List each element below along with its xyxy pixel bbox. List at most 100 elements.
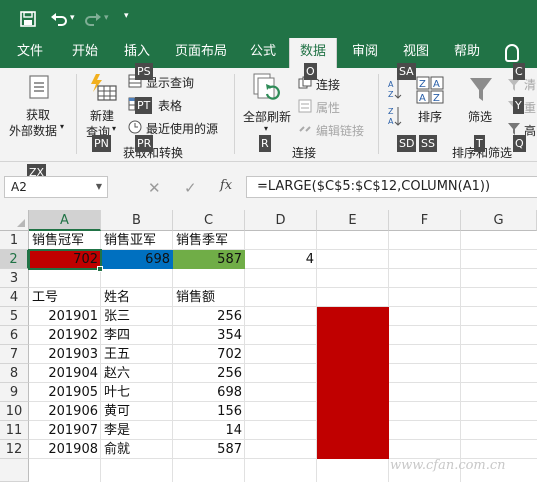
show-queries-label[interactable]: 显示查询	[146, 74, 194, 91]
cell-sales[interactable]: 698	[173, 383, 245, 402]
row-header-10[interactable]: 10	[0, 402, 29, 421]
cell-name[interactable]: 赵六	[101, 364, 173, 383]
cell-b1[interactable]: 销售亚军	[101, 231, 173, 250]
get-external-data-dropdown-icon[interactable]: ▾	[60, 122, 64, 131]
row-header-7[interactable]: 7	[0, 345, 29, 364]
redo-dropdown-icon: ▾	[104, 13, 109, 23]
new-query-label-1[interactable]: 新建	[90, 107, 114, 124]
cell-id[interactable]: 201904	[29, 364, 101, 383]
column-header-e[interactable]: E	[317, 210, 389, 231]
row-header-3[interactable]: 3	[0, 269, 29, 288]
advanced-label[interactable]: 高	[524, 122, 536, 139]
cell-sales[interactable]: 256	[173, 307, 245, 326]
refresh-all-dropdown-icon[interactable]: ▾	[264, 124, 268, 133]
cell-sales[interactable]: 354	[173, 326, 245, 345]
recent-sources-label[interactable]: 最近使用的源	[146, 120, 218, 137]
cell-a4[interactable]: 工号	[29, 288, 101, 307]
cell-id[interactable]: 201908	[29, 440, 101, 459]
tell-me-lightbulb-icon[interactable]	[505, 44, 519, 62]
cell-b2[interactable]: 698	[101, 250, 173, 269]
filter-label[interactable]: 筛选	[468, 108, 492, 125]
cancel-formula-button[interactable]: ✕	[148, 179, 161, 197]
select-all-button[interactable]	[0, 210, 29, 231]
column-header-f[interactable]: F	[389, 210, 461, 231]
cell-d2[interactable]: 4	[245, 250, 317, 269]
svg-text:A: A	[388, 80, 394, 89]
cell-name[interactable]: 叶七	[101, 383, 173, 402]
cell-a1[interactable]: 销售冠军	[29, 231, 101, 250]
column-header-g[interactable]: G	[461, 210, 537, 231]
title-bar: ▾ ▾ ▾	[0, 0, 537, 38]
clear-filter-icon	[508, 79, 520, 91]
get-external-data-label-2[interactable]: 外部数据	[9, 122, 57, 139]
tab-help[interactable]: 帮助	[447, 38, 487, 68]
cell-sales[interactable]: 587	[173, 440, 245, 459]
enter-formula-button[interactable]: ✓	[184, 179, 197, 197]
column-header-c[interactable]: C	[173, 210, 245, 231]
clear-label: 清	[524, 78, 537, 92]
cell-id[interactable]: 201907	[29, 421, 101, 440]
cell-b4[interactable]: 姓名	[101, 288, 173, 307]
cell-id[interactable]: 201905	[29, 383, 101, 402]
row-header-5[interactable]: 5	[0, 307, 29, 326]
tab-home[interactable]: 开始	[65, 38, 105, 68]
row-header-6[interactable]: 6	[0, 326, 29, 345]
save-icon[interactable]	[20, 11, 36, 27]
row-header-11[interactable]: 11	[0, 421, 29, 440]
tab-page-layout[interactable]: 页面布局	[170, 38, 232, 68]
sort-za-icon[interactable]: Z A	[388, 105, 402, 127]
row-header-2[interactable]: 2	[0, 250, 29, 269]
advanced-filter-icon	[508, 123, 520, 135]
cell-name[interactable]: 李四	[101, 326, 173, 345]
row-header-13[interactable]	[0, 459, 29, 482]
undo-dropdown-icon[interactable]: ▾	[70, 13, 75, 23]
refresh-all-label[interactable]: 全部刷新	[243, 108, 291, 125]
connections-label[interactable]: 连接	[316, 76, 340, 93]
cell-name[interactable]: 李是	[101, 421, 173, 440]
cell-sales[interactable]: 156	[173, 402, 245, 421]
sort-label[interactable]: 排序	[418, 108, 442, 125]
sort-az-icon[interactable]: A Z	[388, 78, 402, 100]
tab-formulas[interactable]: 公式	[243, 38, 283, 68]
row-header-12[interactable]: 12	[0, 440, 29, 459]
row-header-4[interactable]: 4	[0, 288, 29, 307]
column-header-a[interactable]: A	[29, 210, 101, 231]
fill-handle[interactable]	[97, 266, 103, 272]
cell-c4[interactable]: 销售额	[173, 288, 245, 307]
new-query-dropdown-icon[interactable]: ▾	[112, 124, 116, 133]
row-header-1[interactable]: 1	[0, 231, 29, 250]
tab-review[interactable]: 审阅	[345, 38, 385, 68]
from-table-label[interactable]: 表格	[158, 97, 182, 114]
range-e5-e12-fill	[317, 307, 389, 459]
formula-input[interactable]: =LARGE($C$5:$C$12,COLUMN(A1))	[246, 176, 537, 198]
row-header-9[interactable]: 9	[0, 383, 29, 402]
name-box[interactable]: A2 ▼	[4, 176, 108, 198]
column-header-d[interactable]: D	[245, 210, 317, 231]
undo-icon[interactable]	[50, 11, 68, 27]
cell-c1[interactable]: 销售季军	[173, 231, 245, 250]
worksheet-grid: A B C D E F G 1 2 3 4 5 6 7 8 9 10 11 12…	[0, 210, 537, 482]
redo-icon	[85, 13, 101, 26]
insert-function-button[interactable]: fx	[220, 178, 232, 193]
cell-name[interactable]: 俞就	[101, 440, 173, 459]
cell-sales[interactable]: 256	[173, 364, 245, 383]
svg-text:A: A	[419, 93, 426, 104]
customize-qat-icon[interactable]: ▾	[124, 11, 129, 21]
cell-name[interactable]: 张三	[101, 307, 173, 326]
group-connections-label: 连接	[292, 146, 317, 160]
cell-name[interactable]: 黄可	[101, 402, 173, 421]
get-external-data-label-1[interactable]: 获取	[26, 106, 50, 123]
cell-name[interactable]: 王五	[101, 345, 173, 364]
cell-id[interactable]: 201902	[29, 326, 101, 345]
cell-id[interactable]: 201903	[29, 345, 101, 364]
tab-file[interactable]: 文件	[10, 38, 50, 68]
svg-text:Z: Z	[388, 107, 394, 116]
name-box-dropdown-icon[interactable]: ▼	[96, 177, 102, 197]
row-header-8[interactable]: 8	[0, 364, 29, 383]
cell-sales[interactable]: 14	[173, 421, 245, 440]
cell-id[interactable]: 201906	[29, 402, 101, 421]
cell-c2[interactable]: 587	[173, 250, 245, 269]
cell-id[interactable]: 201901	[29, 307, 101, 326]
column-header-b[interactable]: B	[101, 210, 173, 231]
cell-sales[interactable]: 702	[173, 345, 245, 364]
